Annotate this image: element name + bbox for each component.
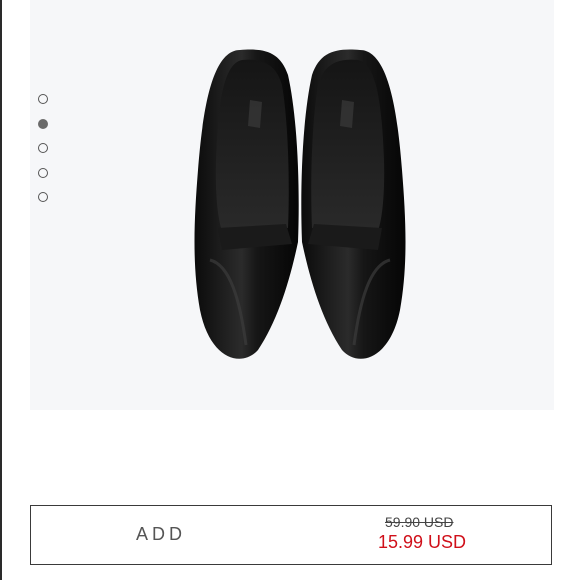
original-price: 59.90 USD [385,514,454,530]
left-shoe-icon [194,49,299,359]
shoe-image [194,49,406,359]
right-shoe-icon [301,49,406,359]
pager-dot-3[interactable] [38,143,48,153]
pager-dot-2[interactable] [38,118,48,129]
add-to-cart-button[interactable]: ADD [31,506,291,563]
product-image-viewer[interactable] [30,0,554,410]
edge-divider [0,0,2,580]
pager-dot-4[interactable] [38,167,48,178]
pager-dot-5[interactable] [38,192,48,202]
sale-price: 15.99 USD [378,532,467,552]
image-pager [38,94,50,217]
price-block: 59.90 USD 15.99 USD [351,514,551,553]
product-page: ADD 59.90 USD 15.99 USD [0,0,580,580]
purchase-bar: ADD 59.90 USD 15.99 USD [30,505,552,565]
pager-dot-1[interactable] [38,94,48,104]
